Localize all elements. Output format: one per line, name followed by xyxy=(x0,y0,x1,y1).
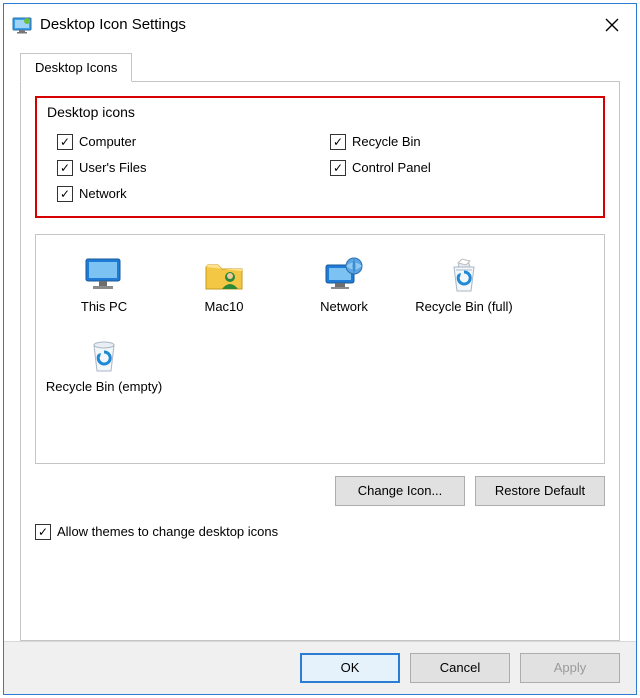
checkbox-label: Recycle Bin xyxy=(352,134,421,149)
app-icon xyxy=(12,15,32,35)
group-title: Desktop icons xyxy=(47,104,593,120)
dialog-window: Desktop Icon Settings Desktop Icons Desk… xyxy=(3,3,637,695)
checkbox-box: ✓ xyxy=(57,160,73,176)
ok-button[interactable]: OK xyxy=(300,653,400,683)
icon-preview-list[interactable]: This PC Mac10 xyxy=(35,234,605,464)
window-title: Desktop Icon Settings xyxy=(40,16,592,33)
desktop-icons-group: Desktop icons ✓ Computer ✓ User's Files … xyxy=(35,96,605,218)
tabstrip: Desktop Icons xyxy=(20,52,620,81)
network-icon xyxy=(284,251,404,295)
checkbox-box: ✓ xyxy=(330,134,346,150)
thispc-icon xyxy=(44,251,164,295)
dialog-body: Desktop Icons Desktop icons ✓ Computer ✓… xyxy=(4,46,636,641)
checkbox-computer[interactable]: ✓ Computer xyxy=(57,134,320,150)
icon-label: Recycle Bin (empty) xyxy=(44,379,164,395)
userfolder-icon xyxy=(164,251,284,295)
checkbox-label: Control Panel xyxy=(352,160,431,175)
tab-label: Desktop Icons xyxy=(35,60,117,75)
close-icon[interactable] xyxy=(592,9,632,41)
titlebar: Desktop Icon Settings xyxy=(4,4,636,46)
icon-user-folder[interactable]: Mac10 xyxy=(164,251,284,315)
icon-label: Network xyxy=(284,299,404,315)
dialog-footer: OK Cancel Apply xyxy=(4,641,636,694)
change-icon-button[interactable]: Change Icon... xyxy=(335,476,465,506)
icon-this-pc[interactable]: This PC xyxy=(44,251,164,315)
restore-default-button[interactable]: Restore Default xyxy=(475,476,605,506)
checkbox-label: Network xyxy=(79,186,127,201)
checkbox-control-panel[interactable]: ✓ Control Panel xyxy=(330,160,593,176)
checkbox-network[interactable]: ✓ Network xyxy=(57,186,320,202)
checkbox-label: User's Files xyxy=(79,160,147,175)
checkbox-label: Computer xyxy=(79,134,136,149)
icon-network[interactable]: Network xyxy=(284,251,404,315)
icon-recycle-bin-empty[interactable]: Recycle Bin (empty) xyxy=(44,331,164,395)
checkbox-allow-themes[interactable]: ✓ Allow themes to change desktop icons xyxy=(35,524,605,540)
tab-page: Desktop icons ✓ Computer ✓ User's Files … xyxy=(20,81,620,641)
icon-buttons-row: Change Icon... Restore Default xyxy=(35,476,605,506)
checkbox-users-files[interactable]: ✓ User's Files xyxy=(57,160,320,176)
checkbox-box: ✓ xyxy=(35,524,51,540)
checkbox-label: Allow themes to change desktop icons xyxy=(57,524,278,539)
checkbox-box: ✓ xyxy=(57,186,73,202)
icon-label: This PC xyxy=(44,299,164,315)
recyclebin-full-icon xyxy=(404,251,524,295)
tab-desktop-icons[interactable]: Desktop Icons xyxy=(20,53,132,82)
checkbox-box: ✓ xyxy=(57,134,73,150)
checkbox-recycle-bin[interactable]: ✓ Recycle Bin xyxy=(330,134,593,150)
checkbox-box: ✓ xyxy=(330,160,346,176)
cancel-button[interactable]: Cancel xyxy=(410,653,510,683)
apply-button[interactable]: Apply xyxy=(520,653,620,683)
icon-label: Recycle Bin (full) xyxy=(404,299,524,315)
recyclebin-empty-icon xyxy=(44,331,164,375)
icon-recycle-bin-full[interactable]: Recycle Bin (full) xyxy=(404,251,524,315)
icon-label: Mac10 xyxy=(164,299,284,315)
